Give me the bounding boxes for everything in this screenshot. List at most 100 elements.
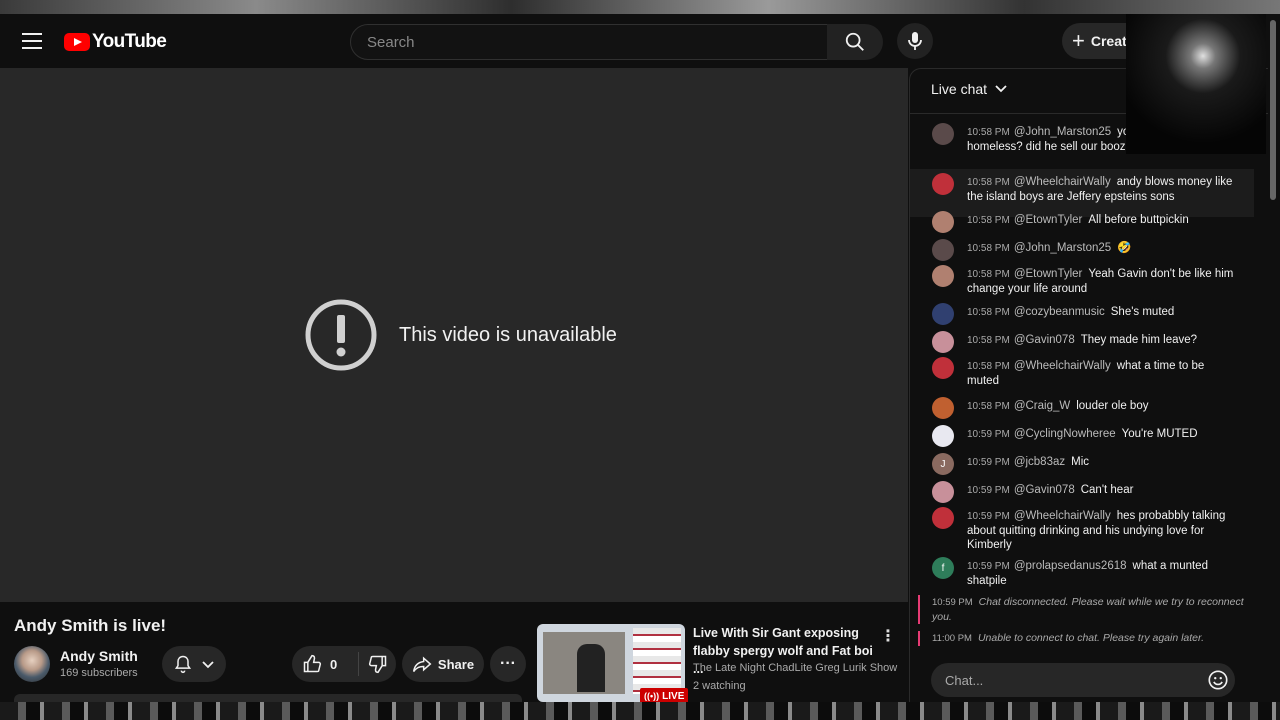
search-box[interactable] — [350, 24, 828, 60]
chat-author[interactable]: @WheelchairWally — [1014, 360, 1111, 372]
notification-button[interactable] — [162, 646, 226, 682]
chat-timestamp: 10:58 PM — [967, 401, 1010, 412]
search-button[interactable] — [827, 24, 883, 60]
chevron-down-icon — [202, 661, 214, 669]
description-box[interactable] — [14, 694, 522, 702]
page-scrollbar[interactable] — [1270, 20, 1276, 200]
chat-author[interactable]: @jcb83az — [1014, 456, 1065, 468]
chat-author[interactable]: @CyclingNowheree — [1014, 428, 1116, 440]
recommendation-menu-icon[interactable]: ⋮ — [880, 626, 896, 646]
chat-author[interactable]: @EtownTyler — [1014, 214, 1083, 226]
screen-edge-top — [0, 0, 1280, 14]
search-input[interactable] — [365, 33, 809, 52]
channel-name[interactable]: Andy Smith — [60, 648, 138, 664]
screen-edge-bottom — [0, 702, 1280, 720]
like-count: 0 — [330, 656, 338, 672]
chat-author[interactable]: @John_Marston25 — [1014, 242, 1111, 254]
chat-message-body: 10:59 PM @Gavin078 Can't hear — [967, 483, 1237, 498]
chat-author[interactable]: @Gavin078 — [1014, 334, 1075, 346]
unavailable-message: This video is unavailable — [399, 323, 617, 346]
chat-message-body: 10:59 PM @CyclingNowheree You're MUTED — [967, 427, 1237, 442]
video-player[interactable]: This video is unavailable — [0, 68, 908, 602]
subscriber-count: 169 subscribers — [60, 667, 138, 679]
system-text: Unable to connect to chat. Please try ag… — [977, 632, 1205, 644]
chat-avatar[interactable] — [932, 265, 954, 287]
channel-avatar[interactable] — [14, 646, 50, 682]
chat-input-box[interactable] — [931, 663, 1235, 697]
chat-author[interactable]: @WheelchairWally — [1014, 510, 1111, 522]
chat-timestamp: 10:59 PM — [967, 429, 1010, 440]
chat-timestamp: 10:59 PM — [967, 485, 1010, 496]
chat-avatar[interactable] — [932, 425, 954, 447]
more-horizontal-icon: ··· — [500, 655, 516, 672]
chat-input[interactable] — [943, 671, 1197, 689]
system-text: Chat disconnected. Please wait while we … — [932, 596, 1244, 623]
chat-avatar[interactable] — [932, 211, 954, 233]
chat-message-body: 10:59 PM @WheelchairWally hes probabbly ta… — [967, 509, 1237, 552]
chat-avatar[interactable] — [932, 357, 954, 379]
unavailable-notice: This video is unavailable — [305, 299, 617, 371]
voice-search-button[interactable] — [897, 23, 933, 59]
chat-message-body: 10:58 PM @WheelchairWally andy blows money… — [967, 175, 1237, 204]
menu-icon[interactable] — [20, 28, 44, 52]
video-info: Andy Smith is live! Andy Smith 169 subsc… — [0, 602, 908, 704]
chat-title: Live chat — [931, 81, 988, 97]
system-timestamp: 10:59 PM — [932, 597, 973, 608]
chat-text: Mic — [1071, 456, 1090, 468]
recommendation-channel[interactable]: The Late Night ChadLite Greg Lurik Show — [693, 662, 897, 674]
chat-message-body: 10:58 PM @cozybeanmusic She's muted — [967, 305, 1237, 320]
chat-author[interactable]: @Craig_W — [1014, 400, 1070, 412]
recommendation-watching: 2 watching — [693, 680, 746, 692]
chat-text: You're MUTED — [1121, 428, 1198, 440]
chat-avatar[interactable] — [932, 303, 954, 325]
live-badge-label: LIVE — [662, 690, 685, 702]
chat-avatar[interactable] — [932, 507, 954, 529]
chat-author[interactable]: @John_Marston25 — [1014, 126, 1111, 138]
chat-message-body: 10:59 PM @jcb83az Mic — [967, 455, 1237, 470]
chat-timestamp: 10:58 PM — [967, 307, 1010, 318]
chat-author[interactable]: @WheelchairWally — [1014, 176, 1111, 188]
share-button[interactable]: Share — [402, 646, 484, 682]
chat-avatar[interactable] — [932, 123, 954, 145]
chat-timestamp: 10:58 PM — [967, 269, 1010, 280]
youtube-play-icon — [64, 33, 90, 51]
chat-author[interactable]: @prolapsedanus2618 — [1014, 560, 1127, 572]
video-title: Andy Smith is live! — [14, 616, 167, 635]
share-icon — [412, 656, 432, 672]
live-chat-panel: Live chat 10:58 PM@John_Marston25you bec… — [909, 68, 1268, 703]
chat-system-message: 11:00 PM Unable to connect to chat. Pleas… — [918, 631, 1252, 646]
webcam-overlay — [1126, 14, 1266, 154]
chat-avatar[interactable] — [932, 331, 954, 353]
bell-icon — [174, 655, 192, 674]
chat-author[interactable]: @Gavin078 — [1014, 484, 1075, 496]
chat-timestamp: 10:58 PM — [967, 243, 1010, 254]
system-timestamp: 11:00 PM — [932, 633, 972, 644]
chat-avatar[interactable]: J — [932, 453, 954, 475]
chat-author[interactable]: @cozybeanmusic — [1014, 306, 1105, 318]
chat-mode-dropdown[interactable]: Live chat — [931, 81, 1007, 97]
live-signal-icon: ((•)) — [644, 691, 660, 701]
chat-timestamp: 10:58 PM — [967, 215, 1010, 226]
masthead: YouTube + Create — [0, 14, 1280, 68]
chat-avatar[interactable] — [932, 481, 954, 503]
chevron-down-icon — [995, 85, 1007, 93]
youtube-logo[interactable]: YouTube — [64, 31, 167, 53]
chat-text: All before buttpickin — [1088, 214, 1189, 226]
chat-avatar[interactable] — [932, 239, 954, 261]
chat-avatar[interactable]: f — [932, 557, 954, 579]
chat-timestamp: 10:58 PM — [967, 127, 1010, 138]
chat-message-body: 10:58 PM @EtownTyler Yeah Gavin don't be l… — [967, 267, 1237, 296]
search-icon — [845, 32, 864, 51]
plus-icon: + — [1072, 28, 1085, 53]
alert-icon — [305, 299, 377, 371]
chat-avatar[interactable] — [932, 397, 954, 419]
emoji-icon[interactable] — [1207, 669, 1229, 691]
chat-avatar[interactable] — [932, 173, 954, 195]
chat-author[interactable]: @EtownTyler — [1014, 268, 1083, 280]
chat-message-body: 10:58 PM @Gavin078 They made him leave? — [967, 333, 1237, 348]
dislike-button[interactable] — [359, 654, 396, 674]
like-button[interactable]: 0 — [292, 652, 359, 676]
chat-message-list[interactable]: 10:58 PM@John_Marston25you become homele… — [910, 115, 1254, 655]
chat-text: She's muted — [1110, 306, 1175, 318]
more-actions-button[interactable]: ··· — [490, 646, 526, 682]
